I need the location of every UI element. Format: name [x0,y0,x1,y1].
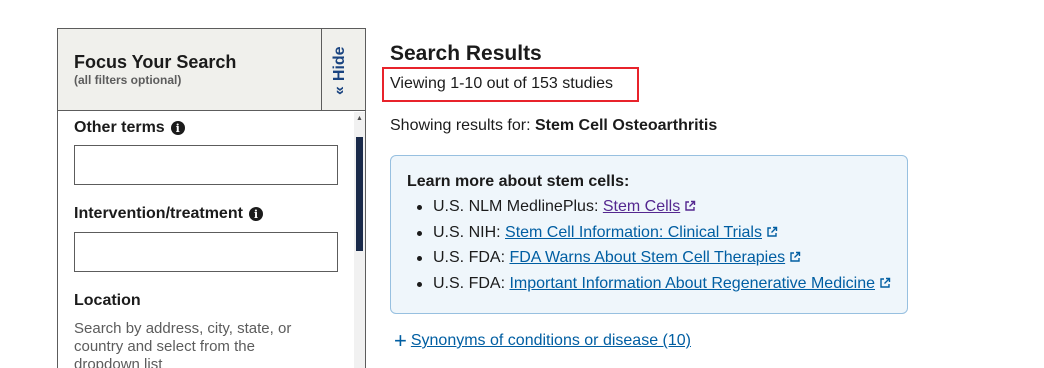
showing-prefix: Showing results for: [390,117,535,134]
list-item: U.S. NLM MedlinePlus: Stem Cells [415,198,891,224]
location-hint: Search by address, city, state, or count… [74,320,292,368]
stem-cell-info-box: Learn more about stem cells: U.S. NLM Me… [390,155,908,314]
synonyms-toggle[interactable]: + Synonyms of conditions or disease (10) [394,328,691,353]
search-results-title: Search Results [390,42,542,65]
other-terms-label-text: Other terms [74,119,165,136]
stem-cells-link[interactable]: Stem Cells [603,198,680,215]
filter-panel-subtitle: (all filters optional) [74,73,182,87]
external-link-icon [880,277,891,288]
stem-cell-information-link[interactable]: Stem Cell Information: Clinical Trials [505,224,762,241]
plus-icon: + [394,328,407,353]
fda-warns-link[interactable]: FDA Warns About Stem Cell Therapies [509,249,785,266]
filter-panel: Focus Your Search (all filters optional)… [57,28,366,368]
scroll-up-arrow-icon[interactable]: ▲ [354,114,365,124]
info-link-list: U.S. NLM MedlinePlus: Stem Cells U.S. NI… [415,198,891,300]
info-box-heading: Learn more about stem cells: [407,173,630,190]
link-source: U.S. NIH: [433,223,506,241]
info-icon[interactable]: i [170,121,185,135]
other-terms-label: Other terms i [74,119,185,137]
list-item: U.S. FDA: FDA Warns About Stem Cell Ther… [415,249,891,275]
hide-filters-button[interactable]: « Hide [321,29,365,111]
intervention-input[interactable] [74,232,338,272]
location-label-text: Location [74,292,141,309]
intervention-label: Intervention/treatment i [74,205,263,223]
filter-panel-body: Other terms i Intervention/treatment i L… [58,112,354,368]
regenerative-medicine-link[interactable]: Important Information About Regenerative… [509,275,875,292]
intervention-label-text: Intervention/treatment [74,205,243,222]
external-link-icon [790,251,801,262]
link-source: U.S. FDA: [433,249,510,266]
synonyms-link[interactable]: Synonyms of conditions or disease (10) [411,332,691,350]
link-source: U.S. FDA: [433,274,510,292]
list-item: U.S. FDA: Important Information About Re… [415,275,891,301]
info-icon[interactable]: i [248,207,263,221]
filter-panel-header: Focus Your Search (all filters optional)… [58,29,365,111]
double-chevron-left-icon: « [331,86,348,95]
scrollbar-thumb[interactable] [356,137,363,251]
filter-panel-scrollbar[interactable]: ▲ [354,112,365,368]
other-terms-input[interactable] [74,145,338,185]
search-query: Stem Cell Osteoarthritis [534,117,718,134]
list-item: U.S. NIH: Stem Cell Information: Clinica… [415,224,891,250]
link-source: U.S. NLM MedlinePlus: [433,198,603,215]
external-link-icon [685,200,696,211]
filter-panel-title: Focus Your Search [74,52,237,72]
results-count: Viewing 1-10 out of 153 studies [390,75,613,92]
hide-label: Hide [331,46,348,82]
showing-results-for: Showing results for: Stem Cell Osteoarth… [390,117,717,135]
location-label: Location [74,292,141,310]
external-link-icon [767,226,778,237]
